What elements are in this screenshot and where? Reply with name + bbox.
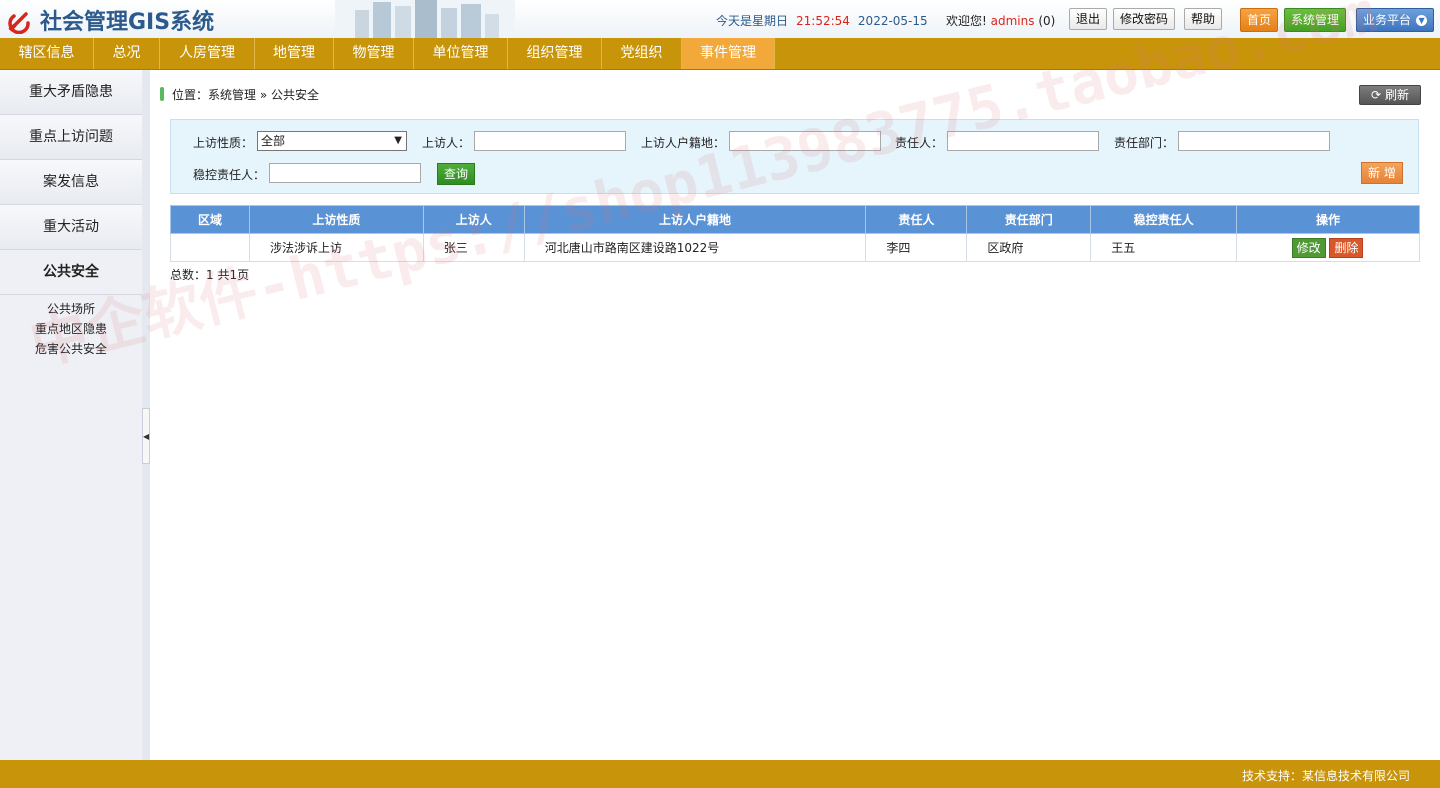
sidebar-item-case-info[interactable]: 案发信息 xyxy=(0,160,142,205)
col-header-stability[interactable]: 稳控责任人 xyxy=(1090,205,1238,234)
nav-item-organization[interactable]: 组织管理 xyxy=(508,38,602,69)
cell-dept: 区政府 xyxy=(966,233,1092,262)
nav-item-property[interactable]: 物管理 xyxy=(334,38,414,69)
footer: 技术支持：某信息技术有限公司 xyxy=(0,760,1440,788)
edit-button[interactable]: 修改 xyxy=(1291,237,1326,258)
col-header-responsible[interactable]: 责任人 xyxy=(865,205,968,234)
query-button[interactable]: 查询 xyxy=(437,163,476,185)
nature-select-value: 全部 xyxy=(261,134,286,148)
nav-item-district[interactable]: 辖区信息 xyxy=(0,38,94,69)
search-panel: 上访性质： 全部 ▼ 上访人： 上访人户籍地： 责任人： 责任部门： 稳控责任人… xyxy=(170,119,1419,194)
col-header-household[interactable]: 上访人户籍地 xyxy=(523,205,867,234)
sidebar-item-major-events[interactable]: 重大活动 xyxy=(0,205,142,250)
nav-item-unit[interactable]: 单位管理 xyxy=(414,38,508,69)
main-nav: 辖区信息 总况 人房管理 地管理 物管理 单位管理 组织管理 党组织 事件管理 xyxy=(0,38,1440,70)
chevron-down-icon: ▼ xyxy=(1416,15,1428,26)
dept-input[interactable] xyxy=(1178,131,1330,151)
home-button[interactable]: 首页 xyxy=(1240,8,1279,32)
party-emblem-icon xyxy=(6,6,34,35)
cell-household: 河北唐山市路南区建设路1022号 xyxy=(523,233,867,262)
col-header-petitioner[interactable]: 上访人 xyxy=(422,205,525,234)
nature-label: 上访性质： xyxy=(193,136,254,150)
data-table: 区域 上访性质 上访人 上访人户籍地 责任人 责任部门 稳控责任人 操作 涉法涉… xyxy=(170,205,1420,262)
petitioner-label: 上访人： xyxy=(422,136,471,150)
collapse-sidebar-icon[interactable]: ◀ xyxy=(142,408,150,464)
sidebar-sub-public-places[interactable]: 公共场所 xyxy=(0,299,142,319)
cell-nature: 涉法涉诉上访 xyxy=(248,233,424,262)
footer-credit: 技术支持：某信息技术有限公司 xyxy=(1241,769,1410,783)
nav-item-land[interactable]: 地管理 xyxy=(255,38,334,69)
stability-label: 稳控责任人： xyxy=(193,168,266,182)
sidebar-submenu: 公共场所 重点地区隐患 危害公共安全 xyxy=(0,295,142,359)
breadcrumb-marker-icon xyxy=(160,87,164,101)
delete-button[interactable]: 删除 xyxy=(1329,237,1364,258)
cell-region xyxy=(170,233,250,262)
table-row[interactable]: 涉法涉诉上访 张三 河北唐山市路南区建设路1022号 李四 区政府 王五 修改 … xyxy=(170,233,1420,262)
household-label: 上访人户籍地： xyxy=(641,136,726,150)
welcome-text: 欢迎您! admins (0) xyxy=(946,12,1055,29)
app-logo: 社会管理GIS系统 xyxy=(6,4,214,36)
skyline-banner xyxy=(335,0,515,38)
household-input[interactable] xyxy=(729,131,881,151)
sidebar-item-major-conflicts[interactable]: 重大矛盾隐患 xyxy=(0,70,142,115)
col-header-actions: 操作 xyxy=(1236,205,1420,234)
col-header-dept[interactable]: 责任部门 xyxy=(966,205,1092,234)
app-header: 社会管理GIS系统 今天是星期日 21:52:54 2022-05-15 欢迎您! … xyxy=(0,0,1440,38)
refresh-icon: ⟳ xyxy=(1371,88,1382,102)
breadcrumb-text: 位置：系统管理 » 公共安全 xyxy=(172,88,319,102)
stability-input[interactable] xyxy=(269,163,421,183)
cell-responsible: 李四 xyxy=(865,233,968,262)
cell-actions: 修改 删除 xyxy=(1236,233,1420,262)
col-header-nature[interactable]: 上访性质 xyxy=(248,205,424,234)
sidebar-sub-public-safety-threats[interactable]: 危害公共安全 xyxy=(0,339,142,359)
message-count[interactable]: (0) xyxy=(1038,14,1055,28)
username[interactable]: admins xyxy=(991,14,1035,28)
responsible-label: 责任人： xyxy=(895,136,944,150)
refresh-button[interactable]: ⟳ 刷新 xyxy=(1359,85,1421,105)
sidebar-item-petition-issues[interactable]: 重点上访问题 xyxy=(0,115,142,160)
chevron-down-icon: ▼ xyxy=(394,135,402,146)
clock-time: 21:52:54 xyxy=(796,14,850,28)
cell-petitioner: 张三 xyxy=(422,233,525,262)
business-platform-label: 业务平台 xyxy=(1363,13,1412,27)
table-header-row: 区域 上访性质 上访人 上访人户籍地 责任人 责任部门 稳控责任人 操作 xyxy=(170,205,1420,234)
sidebar: 重大矛盾隐患 重点上访问题 案发信息 重大活动 公共安全 公共场所 重点地区隐患… xyxy=(0,70,143,760)
cell-stability: 王五 xyxy=(1090,233,1238,262)
dept-label: 责任部门： xyxy=(1114,136,1175,150)
pager-info: 总数：1 共1页 xyxy=(170,268,250,282)
add-button[interactable]: 新 增 xyxy=(1361,162,1403,184)
weekday-text: 今天是星期日 xyxy=(716,14,789,28)
responsible-input[interactable] xyxy=(947,131,1099,151)
nav-item-overview[interactable]: 总况 xyxy=(94,38,160,69)
current-date: 2022-05-15 xyxy=(857,14,928,28)
business-platform-button[interactable]: 业务平台 ▼ xyxy=(1356,8,1435,32)
system-manage-button[interactable]: 系统管理 xyxy=(1284,8,1347,32)
breadcrumb: 位置：系统管理 » 公共安全 xyxy=(160,86,319,103)
welcome-label: 欢迎您! xyxy=(946,14,987,28)
sidebar-item-public-safety[interactable]: 公共安全 xyxy=(0,250,142,295)
col-header-region[interactable]: 区域 xyxy=(170,205,250,234)
sidebar-splitter: ◀ xyxy=(142,70,150,760)
change-password-button[interactable]: 修改密码 xyxy=(1113,8,1176,30)
nav-item-party[interactable]: 党组织 xyxy=(602,38,682,69)
petitioner-input[interactable] xyxy=(474,131,626,151)
refresh-label: 刷新 xyxy=(1384,88,1409,102)
nav-item-events[interactable]: 事件管理 xyxy=(682,38,775,69)
nav-item-person-house[interactable]: 人房管理 xyxy=(160,38,255,69)
help-button[interactable]: 帮助 xyxy=(1184,8,1223,30)
sidebar-sub-key-area-hazards[interactable]: 重点地区隐患 xyxy=(0,319,142,339)
header-datetime: 今天是星期日 21:52:54 2022-05-15 xyxy=(716,12,928,29)
logout-button[interactable]: 退出 xyxy=(1069,8,1108,30)
nature-select[interactable]: 全部 ▼ xyxy=(257,131,407,151)
app-title: 社会管理GIS系统 xyxy=(40,10,215,35)
